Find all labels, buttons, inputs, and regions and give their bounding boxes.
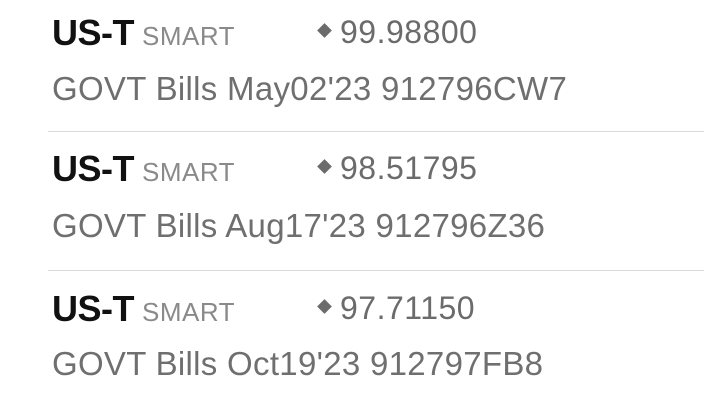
instrument-exchange: SMART [142, 21, 236, 51]
instrument-price-group: 99.98800 [317, 14, 478, 58]
diamond-icon [317, 23, 332, 38]
instrument-list: US-T SMART 99.98800 GOVT Bills May02'23 … [0, 0, 704, 400]
instrument-exchange: SMART [142, 297, 236, 327]
instrument-exchange: SMART [142, 157, 236, 187]
instrument-symbol: US-T [52, 288, 135, 329]
instrument-price: 99.98800 [340, 14, 478, 50]
diamond-icon [317, 299, 332, 314]
instrument-price-group: 98.51795 [317, 150, 478, 194]
diamond-icon [317, 159, 332, 174]
instrument-description: GOVT Bills Aug17'23 912796Z36 [52, 207, 546, 244]
instrument-description: GOVT Bills May02'23 912796CW7 [52, 70, 568, 107]
instrument-symbol: US-T [52, 12, 135, 53]
instrument-description: GOVT Bills Oct19'23 912797FB8 [52, 345, 544, 382]
row-divider [48, 131, 704, 132]
instrument-row[interactable]: US-T SMART 99.98800 GOVT Bills May02'23 … [0, 0, 704, 138]
instrument-price: 98.51795 [340, 150, 478, 186]
row-divider [48, 270, 704, 271]
instrument-symbol: US-T [52, 148, 135, 189]
instrument-row[interactable]: US-T SMART 97.71150 GOVT Bills Oct19'23 … [0, 270, 704, 400]
instrument-header: US-T SMART [52, 12, 235, 56]
instrument-price-group: 97.71150 [317, 290, 476, 334]
instrument-row[interactable]: US-T SMART 98.51795 GOVT Bills Aug17'23 … [0, 131, 704, 269]
instrument-header: US-T SMART [52, 148, 235, 192]
instrument-header: US-T SMART [52, 288, 235, 332]
instrument-price: 97.71150 [340, 290, 476, 326]
